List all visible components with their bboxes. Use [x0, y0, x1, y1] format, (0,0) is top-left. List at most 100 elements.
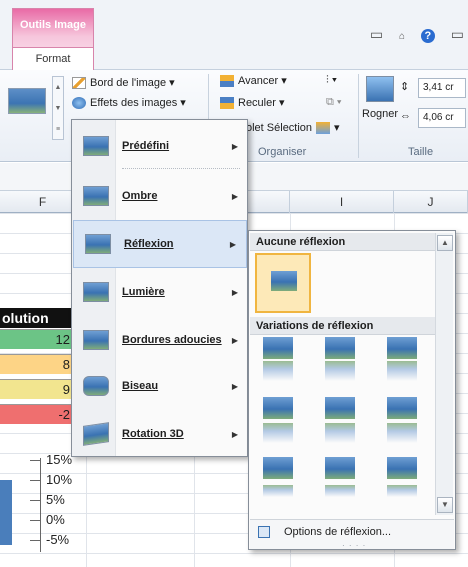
reflection-variation[interactable]	[325, 397, 355, 443]
selection-pane-button[interactable]: olet Sélection ▾	[246, 121, 340, 134]
picture-border-button[interactable]: Bord de l'image ▾	[72, 76, 175, 89]
glow-icon	[83, 282, 109, 302]
chart-axis	[40, 458, 41, 552]
menu-separator	[122, 168, 240, 169]
evolution-cell[interactable]: 12	[0, 329, 72, 349]
axis-tick-label: 0%	[46, 512, 65, 527]
reflection-variation[interactable]	[387, 457, 417, 501]
reflection-variation[interactable]	[387, 337, 417, 381]
column-header-j[interactable]: J	[394, 191, 468, 213]
submenu-arrow-icon: ▶	[231, 429, 238, 439]
reflection-variations-header: Variations de réflexion	[250, 317, 436, 335]
width-field[interactable]: 4,06 cr	[418, 108, 466, 128]
no-reflection-header: Aucune réflexion	[250, 233, 436, 251]
evolution-cell[interactable]: 8	[0, 354, 72, 374]
bevel-icon	[83, 376, 109, 396]
submenu-arrow-icon: ▶	[231, 381, 238, 391]
reflection-options-row[interactable]: Options de réflexion... · · · ·	[250, 519, 454, 550]
group-button[interactable]: ⧉ ▾	[326, 96, 342, 109]
send-backward-icon	[220, 96, 234, 109]
menu-item-reflection[interactable]: Réflexion ▶	[73, 220, 247, 268]
reflection-options-label[interactable]: Options de réflexion...	[284, 526, 391, 538]
reflection-variation[interactable]	[387, 397, 417, 443]
column-header-i[interactable]: I	[290, 191, 394, 213]
menu-item-preset[interactable]: Prédéfini ▶	[72, 122, 248, 170]
rotation-3d-icon	[83, 422, 109, 446]
help-icon[interactable]: ?	[420, 29, 435, 43]
menu-item-label: Ombre	[122, 190, 158, 202]
selection-pane-icon	[316, 121, 331, 134]
pencil-icon	[72, 76, 86, 89]
group-separator	[358, 74, 359, 158]
axis-tick	[30, 520, 40, 521]
ribbon-tab-bar: Outils Image Format ▭ ⌂ ? ▭	[0, 0, 468, 71]
evolution-cell[interactable]: -2	[0, 404, 72, 424]
minimize-icon[interactable]: ▭	[451, 26, 464, 42]
group-label-arrange: Organiser	[258, 146, 307, 158]
group-label-size: Taille	[408, 146, 434, 158]
crop-label: Rogner	[362, 108, 399, 120]
menu-item-bevel[interactable]: Biseau ▶	[72, 362, 248, 410]
selection-pane-label: olet Sélection	[246, 121, 313, 134]
width-icon: ⇔	[400, 110, 411, 122]
scroll-up-icon[interactable]: ▲	[437, 235, 453, 251]
gallery-scrollbar[interactable]: ▲ ▼	[435, 233, 453, 515]
axis-tick-label: 15%	[46, 452, 73, 467]
menu-item-label: Rotation 3D	[122, 428, 184, 440]
axis-tick	[30, 480, 40, 481]
resize-grip-icon[interactable]: · · · ·	[342, 542, 366, 550]
align-button[interactable]: ⫶ ▾	[326, 74, 337, 87]
reflection-variation[interactable]	[263, 337, 293, 381]
picture-effects-label: Effets des images	[90, 96, 178, 109]
height-field[interactable]: 3,41 cr	[418, 78, 466, 98]
send-backward-button[interactable]: Reculer ▾	[220, 96, 284, 109]
gallery-more-icon[interactable]: ≡	[53, 119, 63, 140]
reflection-variation[interactable]	[263, 457, 293, 501]
submenu-arrow-icon: ▶	[229, 239, 236, 249]
align-icon: ⫶ ▾	[326, 74, 338, 86]
bring-forward-button[interactable]: Avancer ▾	[220, 74, 287, 87]
axis-tick-label: 10%	[46, 472, 73, 487]
reflection-variation[interactable]	[325, 337, 355, 381]
menu-item-label: Lumière	[122, 286, 165, 298]
picture-style-thumbnail[interactable]	[8, 88, 46, 114]
menu-item-label: Réflexion	[124, 238, 174, 250]
submenu-arrow-icon: ▶	[231, 191, 238, 201]
submenu-arrow-icon: ▶	[231, 141, 238, 151]
submenu-arrow-icon: ▶	[231, 335, 238, 345]
evolution-cell[interactable]: 9	[0, 379, 72, 399]
minimize-ribbon-icon[interactable]: ▭	[370, 26, 383, 42]
gallery-scroll[interactable]: ▲ ▼ ≡	[52, 76, 64, 140]
height-icon: ⇕	[400, 81, 410, 93]
crop-icon[interactable]	[366, 76, 394, 102]
evolution-header-cell[interactable]: olution	[0, 308, 72, 328]
axis-tick-label: 5%	[46, 492, 65, 507]
gallery-down-icon[interactable]: ▼	[53, 98, 63, 119]
picture-border-label: Bord de l'image	[90, 76, 167, 89]
picture-effects-button[interactable]: Effets des images ▾	[72, 96, 186, 109]
menu-item-soft-edges[interactable]: Bordures adoucies ▶	[72, 316, 248, 364]
context-tab-title: Outils Image	[19, 19, 87, 31]
menu-item-glow[interactable]: Lumière ▶	[72, 268, 248, 316]
menu-item-label: Prédéfini	[122, 140, 170, 152]
reflection-submenu: Aucune réflexion Variations de réflexion…	[248, 230, 456, 550]
picture-effects-menu: Prédéfini ▶ Ombre ▶ Réflexion ▶ Lumière …	[71, 119, 248, 457]
submenu-arrow-icon: ▶	[231, 287, 238, 297]
shadow-icon	[83, 186, 109, 206]
reflection-variation[interactable]	[263, 397, 293, 443]
reflection-variation[interactable]	[325, 457, 355, 501]
axis-tick	[30, 500, 40, 501]
options-icon	[258, 526, 270, 538]
gallery-up-icon[interactable]: ▲	[53, 77, 63, 98]
tab-format[interactable]: Format	[13, 47, 93, 71]
menu-item-shadow[interactable]: Ombre ▶	[72, 172, 248, 220]
crop-button[interactable]: Rogner	[362, 108, 398, 120]
no-reflection-option[interactable]	[255, 253, 311, 313]
soft-edges-icon	[83, 330, 109, 350]
reflection-icon	[85, 234, 111, 254]
menu-item-3d-rotation[interactable]: Rotation 3D ▶	[72, 410, 248, 458]
scroll-down-icon[interactable]: ▼	[437, 497, 453, 513]
group-icon: ⧉ ▾	[326, 96, 342, 108]
axis-tick	[30, 540, 40, 541]
collapse-icon[interactable]: ⌂	[399, 31, 405, 42]
